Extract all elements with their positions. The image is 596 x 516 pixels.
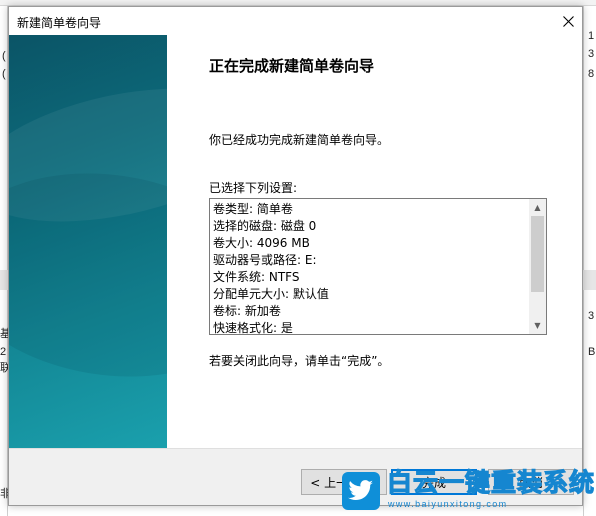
- settings-item: 文件系统: NTFS: [213, 270, 300, 284]
- settings-item: 快速格式化: 是: [213, 321, 293, 335]
- scroll-up-arrow-icon[interactable]: ▲: [529, 199, 546, 216]
- background-fragment: (: [2, 50, 6, 62]
- settings-item: 驱动器号或路径: E:: [213, 253, 317, 267]
- dialog-title: 新建简单卷向导: [17, 16, 102, 30]
- close-hint-text: 若要关闭此向导，请单击“完成”。: [209, 354, 390, 368]
- close-icon: [562, 15, 574, 27]
- background-fragment: (: [2, 68, 6, 80]
- background-fragment: 3: [588, 48, 595, 60]
- background-left-divider: [0, 270, 8, 290]
- settings-listbox[interactable]: 卷类型: 简单卷 选择的磁盘: 磁盘 0 卷大小: 4096 MB 驱动器号或路…: [209, 198, 547, 335]
- scroll-down-arrow-icon[interactable]: ▼: [529, 317, 546, 334]
- wizard-content: 正在完成新建简单卷向导 你已经成功完成新建简单卷向导。 已选择下列设置: 卷类型…: [167, 35, 582, 448]
- background-fragment: 1: [588, 30, 595, 42]
- settings-item: 分配单元大小: 默认值: [213, 287, 329, 301]
- scrollbar-thumb[interactable]: [531, 216, 544, 292]
- close-button[interactable]: [554, 7, 582, 35]
- button-bar: < 上一步(B) 完成 取消: [9, 448, 582, 505]
- background-left-edge: [0, 6, 8, 516]
- wizard-banner-image: [9, 35, 167, 448]
- finish-button[interactable]: 完成: [391, 469, 477, 495]
- background-fragment: B: [588, 346, 596, 358]
- background-fragment: 8: [588, 68, 595, 80]
- settings-label: 已选择下列设置:: [209, 181, 298, 195]
- settings-item: 卷大小: 4096 MB: [213, 236, 310, 250]
- dialog-titlebar[interactable]: 新建简单卷向导: [9, 7, 582, 35]
- banner-decoration: [9, 153, 167, 397]
- back-button[interactable]: < 上一步(B): [301, 469, 387, 495]
- settings-item: 卷类型: 简单卷: [213, 202, 293, 216]
- completion-message: 你已经成功完成新建简单卷向导。: [209, 133, 390, 147]
- background-right-divider: [583, 270, 596, 290]
- background-right-edge: [583, 6, 596, 516]
- background-fragment: 3: [588, 310, 595, 322]
- background-fragment: 2: [0, 346, 7, 358]
- settings-item: 卷标: 新加卷: [213, 304, 281, 318]
- settings-scrollbar[interactable]: ▲ ▼: [529, 199, 546, 334]
- wizard-heading: 正在完成新建简单卷向导: [209, 57, 375, 75]
- settings-item: 选择的磁盘: 磁盘 0: [213, 219, 317, 233]
- new-simple-volume-wizard: 新建简单卷向导 正在完成新建简单卷向导 你已经成功完成新建简单卷向导。 已选择下…: [8, 6, 583, 506]
- cancel-button[interactable]: 取消: [488, 469, 574, 495]
